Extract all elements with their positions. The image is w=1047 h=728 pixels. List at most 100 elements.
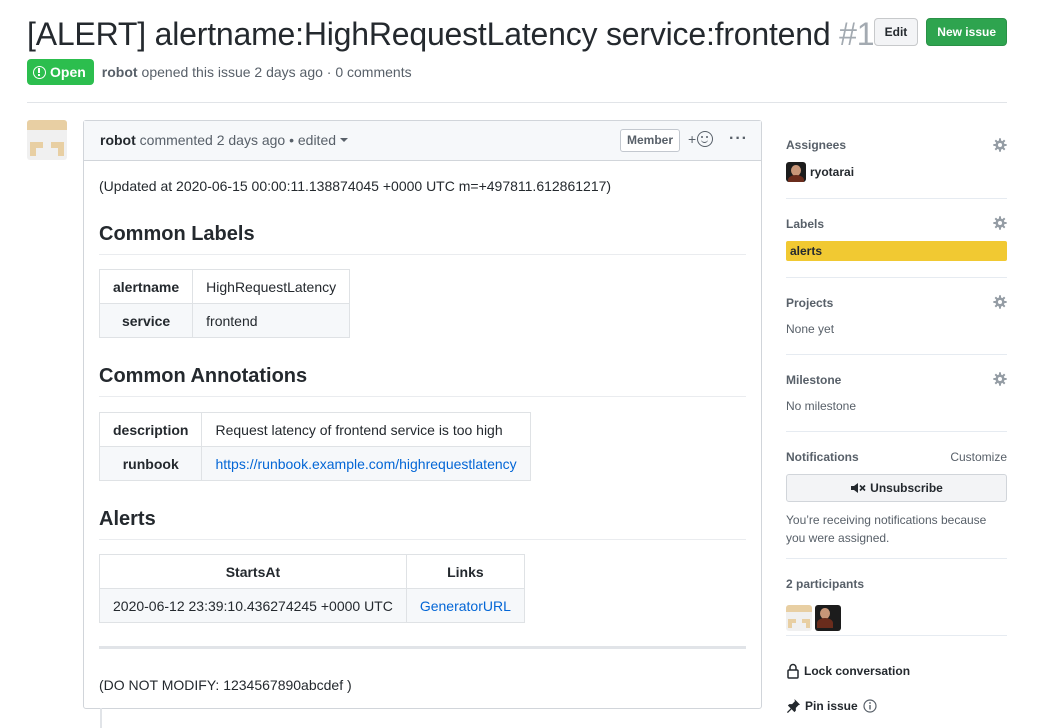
identicon-block: [30, 148, 36, 156]
label-alerts[interactable]: alerts: [786, 241, 1007, 261]
identicon-block: [788, 623, 792, 628]
notifications-heading: Notifications: [786, 450, 859, 464]
header-divider: [27, 102, 1007, 103]
table-row: alertname HighRequestLatency: [98, 269, 351, 304]
column-header: Links: [405, 554, 525, 589]
customize-link[interactable]: Customize: [950, 450, 1007, 464]
alerts-table: StartsAt Links 2020-06-12 23:39:10.43627…: [99, 554, 525, 623]
column-header: StartsAt: [99, 554, 407, 589]
issue-header: [ALERT] alertname:HighRequestLatency ser…: [27, 14, 1007, 85]
table-value: frontend: [192, 303, 351, 338]
lock-label: Lock conversation: [804, 664, 911, 678]
milestone-value: No milestone: [786, 399, 857, 413]
identicon-block: [58, 148, 64, 156]
footer-text: (DO NOT MODIFY: 1234567890abcdef ): [99, 677, 352, 693]
edited-dropdown[interactable]: • edited: [289, 132, 349, 148]
table-row: description Request latency of frontend …: [98, 412, 531, 447]
gear-icon[interactable]: [993, 138, 1007, 152]
links-cell: GeneratorURL: [405, 588, 525, 623]
issue-number: #1: [839, 16, 875, 52]
participant-avatars: [786, 605, 845, 631]
gear-icon[interactable]: [993, 372, 1007, 386]
common-labels-table: alertname HighRequestLatency service fro…: [98, 269, 351, 338]
table-row: runbook https://runbook.example.com/high…: [98, 446, 531, 481]
mute-icon: [851, 483, 866, 493]
table-row: 2020-06-12 23:39:10.436274245 +0000 UTC …: [99, 588, 525, 623]
issue-title: [ALERT] alertname:HighRequestLatency ser…: [27, 14, 875, 54]
timeline-line: [100, 708, 102, 728]
starts-at-cell: 2020-06-12 23:39:10.436274245 +0000 UTC: [99, 588, 407, 623]
issue-opened-icon: [33, 65, 46, 79]
issue-title-text: [ALERT] alertname:HighRequestLatency ser…: [27, 16, 831, 52]
milestone-section: Milestone No milestone: [786, 355, 1007, 432]
avatar[interactable]: [815, 605, 841, 631]
member-badge: Member: [620, 129, 681, 152]
status-badge-label: Open: [50, 64, 86, 80]
labels-heading[interactable]: Labels: [786, 217, 824, 231]
common-annotations-heading: Common Annotations: [99, 365, 746, 397]
issue-author-link[interactable]: robot: [102, 64, 138, 80]
avatar[interactable]: [27, 120, 67, 160]
table-key: service: [98, 303, 194, 338]
issue-opened-text: opened this issue 2 days ago · 0 comment…: [141, 64, 412, 80]
table-key: description: [98, 412, 203, 447]
avatar: [786, 162, 806, 182]
gear-icon[interactable]: [993, 216, 1007, 230]
gear-icon[interactable]: [993, 295, 1007, 309]
issue-meta: Open robot opened this issue 2 days ago …: [27, 59, 412, 85]
participants-section: 2 participants: [786, 559, 1007, 636]
comment-header: robot commented 2 days ago • edited Memb…: [84, 121, 761, 161]
edited-label: • edited: [289, 132, 337, 148]
labels-section: Labels alerts: [786, 199, 1007, 278]
updated-text: (Updated at 2020-06-15 00:00:11.13887404…: [99, 178, 612, 194]
info-icon[interactable]: [863, 698, 877, 713]
horizontal-rule: [99, 646, 746, 649]
kebab-menu-icon[interactable]: ···: [729, 131, 748, 147]
identicon-block: [806, 623, 810, 628]
notifications-section: Notifications Customize Unsubscribe You’…: [786, 432, 1007, 559]
lock-icon: [787, 663, 799, 679]
common-annotations-table: description Request latency of frontend …: [98, 412, 531, 481]
unsubscribe-button[interactable]: Unsubscribe: [786, 474, 1007, 502]
table-key: runbook: [98, 446, 203, 481]
assignee-name: ryotarai: [810, 165, 855, 179]
status-badge: Open: [27, 59, 94, 85]
assignees-heading[interactable]: Assignees: [786, 138, 846, 152]
header-actions: Edit New issue: [873, 18, 1007, 46]
projects-heading[interactable]: Projects: [786, 296, 833, 310]
projects-value: None yet: [786, 322, 835, 336]
runbook-link[interactable]: https://runbook.example.com/highrequestl…: [215, 456, 516, 472]
table-row: service frontend: [98, 303, 351, 338]
pin-label: Pin issue: [805, 698, 858, 713]
milestone-heading[interactable]: Milestone: [786, 373, 841, 387]
issue-comment: robot commented 2 days ago • edited Memb…: [83, 120, 762, 709]
table-header-row: StartsAt Links: [99, 554, 525, 589]
table-value: https://runbook.example.com/highrequestl…: [201, 446, 531, 481]
comment-byline: robot commented 2 days ago • edited: [100, 132, 349, 148]
projects-section: Projects None yet: [786, 278, 1007, 355]
table-value: HighRequestLatency: [192, 269, 351, 304]
reaction-plus: +: [688, 131, 697, 147]
table-value: Request latency of frontend service is t…: [201, 412, 531, 447]
pin-issue-link[interactable]: Pin issue: [786, 698, 877, 713]
smiley-icon: [697, 131, 714, 147]
identicon-block: [27, 120, 67, 130]
lock-conversation-link[interactable]: Lock conversation: [786, 663, 910, 679]
comment-author-link[interactable]: robot: [100, 132, 136, 148]
title-row: [ALERT] alertname:HighRequestLatency ser…: [27, 14, 1007, 56]
unsubscribe-label: Unsubscribe: [870, 481, 943, 495]
generator-url-link[interactable]: GeneratorURL: [420, 598, 511, 614]
edit-button[interactable]: Edit: [873, 18, 919, 46]
chevron-down-icon: [340, 138, 349, 142]
assignee-item[interactable]: ryotarai: [786, 162, 854, 182]
table-key: alertname: [98, 269, 194, 304]
add-reaction-button[interactable]: +: [688, 131, 714, 147]
assignees-section: Assignees ryotarai: [786, 128, 1007, 199]
notifications-note: You’re receiving notifications because y…: [786, 513, 987, 545]
common-labels-heading: Common Labels: [99, 223, 746, 255]
avatar[interactable]: [786, 605, 812, 631]
new-issue-button[interactable]: New issue: [926, 18, 1007, 46]
identicon-block: [786, 605, 812, 612]
comment-timestamp[interactable]: commented 2 days ago: [140, 132, 286, 148]
alerts-heading: Alerts: [99, 508, 746, 540]
